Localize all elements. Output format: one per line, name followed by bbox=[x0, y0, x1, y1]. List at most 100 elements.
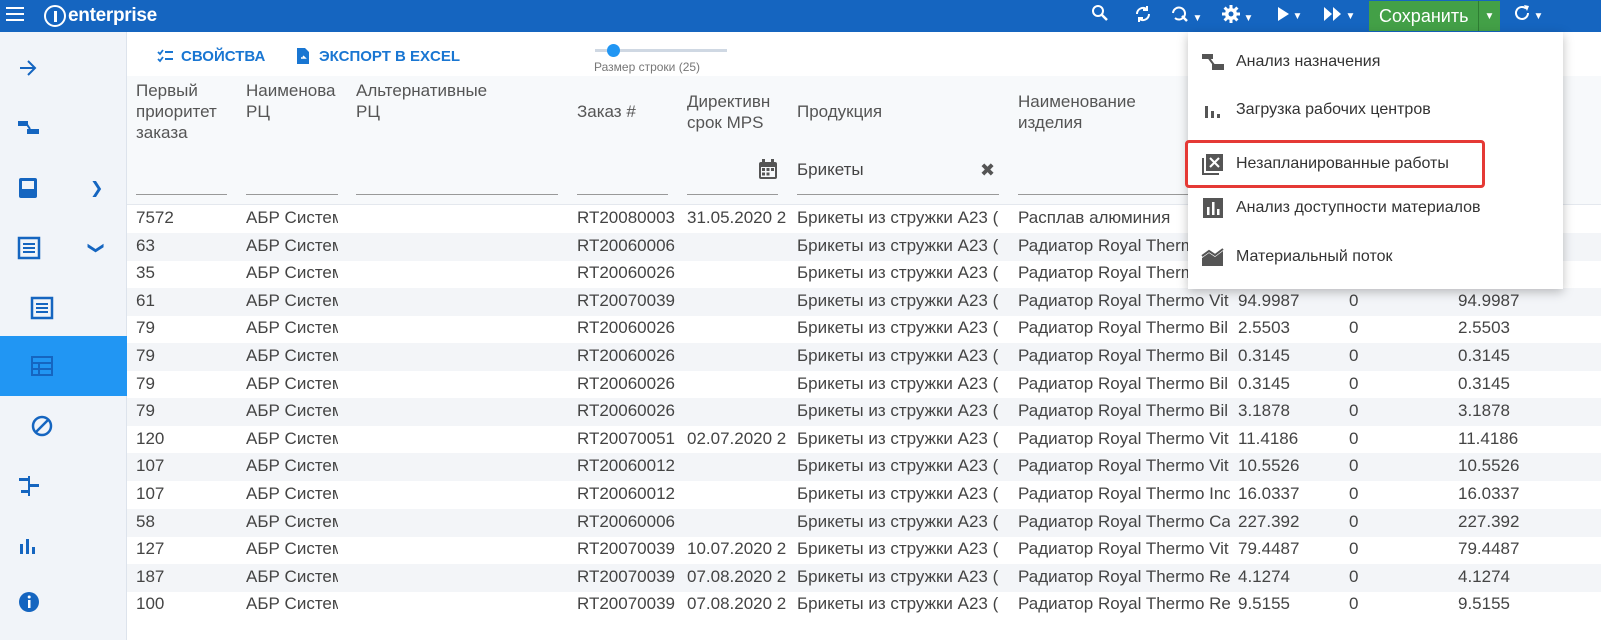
workcenter-cell: АБР Система bbox=[246, 263, 338, 283]
product-cell: Брикеты из стружки А23 ( bbox=[797, 263, 999, 283]
workcenter-cell: АБР Система bbox=[246, 346, 338, 365]
block-icon bbox=[31, 415, 53, 437]
table-row[interactable]: 127 АБР Система RT20070039 10.07.2020 2 Брик… bbox=[127, 536, 1601, 564]
sidebar-item-stats[interactable] bbox=[0, 516, 127, 576]
sidebar-item-timeline[interactable] bbox=[0, 456, 127, 516]
zero-cell: 0 bbox=[1349, 373, 1359, 393]
priority-cell: 79 bbox=[136, 373, 155, 393]
order-cell: RT20060026 bbox=[577, 373, 675, 393]
export-excel-button[interactable]: ЭКСПОРТ В EXCEL bbox=[295, 46, 460, 66]
row-size-slider[interactable]: Размер строки (25) bbox=[587, 44, 727, 80]
filter-input[interactable] bbox=[356, 194, 558, 195]
properties-button-label: СВОЙСТВА bbox=[181, 47, 266, 65]
zero-cell: 0 bbox=[1349, 428, 1359, 448]
table-row[interactable]: 107 АБР Система RT20060012 Брикеты из струж… bbox=[127, 453, 1601, 482]
sublist-icon bbox=[30, 296, 54, 320]
table-row[interactable]: 187 АБР Система RT20070039 07.08.2020 2 Брик… bbox=[127, 563, 1601, 592]
table-row[interactable]: 100 АБР Система RT20070039 07.08.2020 2 Брик… bbox=[127, 591, 1601, 619]
table-row[interactable]: 120 АБР Система RT20070051 02.07.2020 2 Брик… bbox=[127, 426, 1601, 454]
table-row[interactable]: 79 АБР Система RT20060026 Брикеты из стружк… bbox=[127, 398, 1601, 427]
chevron-right-icon[interactable]: ❯ bbox=[90, 178, 103, 198]
order-cell: RT20060026 bbox=[577, 263, 675, 283]
table-row[interactable]: 79 АБР Система RT20060026 Брикеты из стружк… bbox=[127, 315, 1601, 343]
sidebar-item-sublist[interactable] bbox=[0, 278, 127, 338]
workcenter-cell: АБР Система bbox=[246, 235, 338, 255]
export-file-icon bbox=[297, 48, 309, 64]
product-filter-value[interactable]: Брикеты bbox=[797, 160, 864, 180]
priority-cell: 79 bbox=[136, 346, 155, 365]
logo-text: enterprise bbox=[68, 5, 157, 26]
fast-forward-icon[interactable]: ▼ bbox=[1318, 4, 1360, 28]
sync-icon[interactable] bbox=[1132, 4, 1154, 28]
menu-item-material-flow[interactable]: Материальный поток bbox=[1188, 233, 1563, 281]
product-filter-input[interactable] bbox=[797, 194, 999, 195]
filter-input[interactable] bbox=[1018, 194, 1198, 195]
remaining-cell: 9.5155 bbox=[1458, 594, 1510, 614]
item-name-cell: Радиатор Royal Thermo Re bbox=[1018, 566, 1230, 586]
close-icon[interactable]: ✖ bbox=[980, 160, 995, 181]
table-icon bbox=[31, 356, 53, 376]
chevron-down-icon[interactable]: ❯ bbox=[87, 241, 107, 254]
sidebar-item-block[interactable] bbox=[0, 396, 127, 456]
workcenter-cell: АБР Система bbox=[246, 401, 338, 421]
column-header[interactable]: Первый приоритет заказа bbox=[136, 80, 236, 143]
zero-cell: 0 bbox=[1349, 290, 1359, 310]
sidebar-item-table-active[interactable] bbox=[0, 336, 127, 396]
menu-item-label: Анализ доступности материалов bbox=[1236, 199, 1481, 216]
export-excel-button-label: ЭКСПОРТ В EXCEL bbox=[319, 47, 461, 65]
sidebar-item-book[interactable]: ❯ bbox=[0, 158, 127, 218]
filter-input[interactable] bbox=[246, 194, 338, 195]
area-chart-icon bbox=[1201, 248, 1224, 266]
filter-input[interactable] bbox=[577, 194, 668, 195]
sidebar-item-collapse[interactable] bbox=[0, 38, 127, 98]
item-name-cell: Радиатор Royal Thermo Vit bbox=[1018, 428, 1229, 448]
order-cell: RT20060012 bbox=[577, 456, 675, 476]
calendar-icon[interactable] bbox=[758, 158, 778, 185]
slider-thumb[interactable] bbox=[607, 44, 620, 57]
column-header[interactable]: Наименова РЦ bbox=[246, 80, 338, 122]
remaining-cell: 0.3145 bbox=[1458, 373, 1510, 393]
zero-cell: 0 bbox=[1349, 401, 1359, 421]
refresh-icon[interactable]: ▼ bbox=[1508, 4, 1548, 28]
search-icon[interactable] bbox=[1090, 4, 1110, 28]
priority-cell: 187 bbox=[136, 566, 165, 586]
filter-input[interactable] bbox=[136, 194, 227, 195]
workcenter-cell: АБР Система bbox=[246, 539, 338, 559]
column-header[interactable]: Альтернативные РЦ bbox=[356, 80, 556, 122]
save-button[interactable]: Сохранить ▼ bbox=[1369, 1, 1500, 31]
menu-item-unscheduled-work[interactable]: Незапланированные работы bbox=[1185, 140, 1485, 188]
order-cell: RT20060006 bbox=[577, 511, 675, 531]
sidebar-item-list[interactable]: ❯ bbox=[0, 218, 127, 278]
menu-icon[interactable] bbox=[6, 7, 24, 23]
play-icon[interactable]: ▼ bbox=[1270, 4, 1308, 28]
order-cell: RT20060026 bbox=[577, 346, 675, 365]
remaining-cell: 16.0337 bbox=[1458, 484, 1520, 503]
workcenter-cell: АБР Система bbox=[246, 484, 338, 503]
mps-date-cell: 07.08.2020 2 bbox=[687, 566, 787, 586]
table-row[interactable]: 58 АБР Система RT20060006 Брикеты из стружк… bbox=[127, 508, 1601, 537]
menu-item-assignment-analysis[interactable]: Анализ назначения bbox=[1188, 38, 1563, 86]
gantt-icon bbox=[18, 121, 39, 134]
order-cell: RT20070039 bbox=[577, 290, 675, 310]
product-cell: Брикеты из стружки А23 ( bbox=[797, 484, 999, 503]
table-row[interactable]: 61 АБР Система RT20070039 Брикеты из стружк… bbox=[127, 287, 1601, 316]
gear-icon[interactable]: ▼ bbox=[1216, 4, 1258, 28]
save-button-label: Сохранить bbox=[1379, 5, 1469, 26]
column-header[interactable]: Директивн срок MPS bbox=[687, 91, 787, 133]
column-header[interactable]: Наименование изделия bbox=[1018, 91, 1188, 133]
sidebar-item-assignment[interactable] bbox=[0, 98, 127, 158]
table-row[interactable]: 79 АБР Система RT20060026 Брикеты из стружк… bbox=[127, 343, 1601, 371]
mps-date-cell: 02.07.2020 2 bbox=[687, 428, 787, 448]
save-dropdown-chevron-icon[interactable]: ▼ bbox=[1478, 1, 1500, 31]
column-header[interactable]: Заказ # bbox=[577, 101, 677, 122]
properties-button[interactable]: СВОЙСТВА bbox=[157, 46, 265, 66]
priority-cell: 79 bbox=[136, 318, 155, 338]
column-header[interactable]: Продукция bbox=[797, 101, 997, 122]
sidebar-item-info[interactable] bbox=[0, 572, 127, 632]
menu-item-material-availability[interactable]: Анализ доступности материалов bbox=[1188, 184, 1563, 232]
table-row[interactable]: 79 АБР Система RT20060026 Брикеты из стружк… bbox=[127, 371, 1601, 399]
table-row[interactable]: 107 АБР Система RT20060012 Брикеты из струж… bbox=[127, 481, 1601, 509]
filter-input[interactable] bbox=[687, 194, 778, 195]
refresh-search-icon[interactable]: ▼ bbox=[1166, 4, 1206, 28]
menu-item-workcenter-load[interactable]: Загрузка рабочих центров bbox=[1188, 86, 1563, 134]
